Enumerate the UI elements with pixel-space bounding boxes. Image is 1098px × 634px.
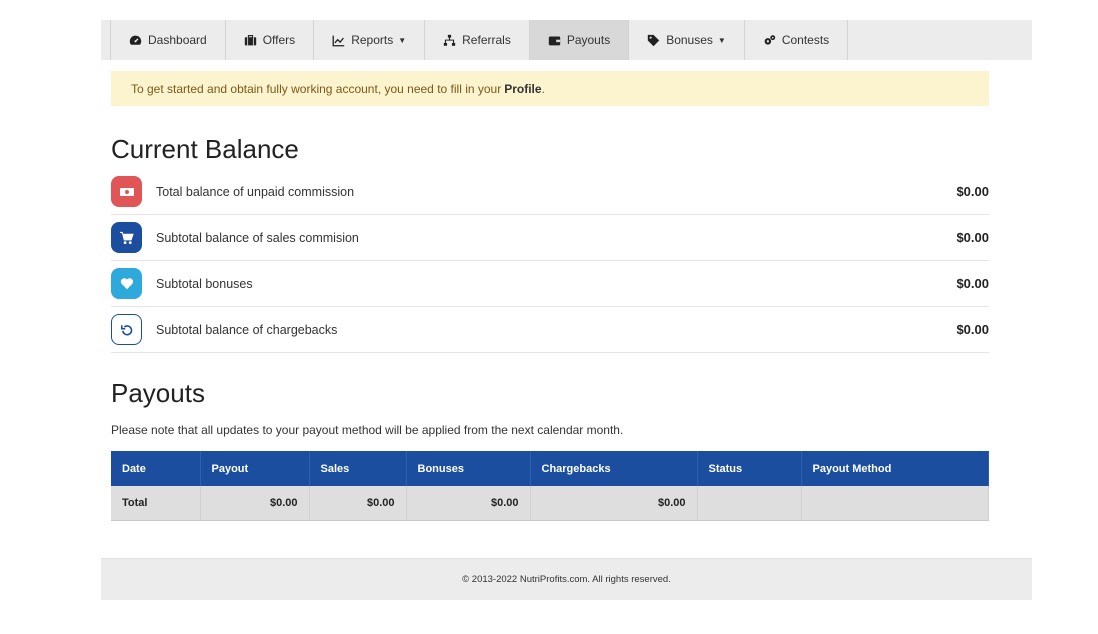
nav-item-reports[interactable]: Reports ▼: [314, 20, 426, 60]
column-header[interactable]: Sales: [309, 451, 407, 486]
table-cell: [697, 486, 802, 521]
briefcase-icon: [244, 34, 257, 47]
balance-label: Subtotal bonuses: [156, 276, 253, 291]
balance-row-bonuses: Subtotal bonuses $0.00: [111, 261, 989, 307]
money-icon: [111, 176, 142, 207]
nav-label: Referrals: [462, 33, 511, 47]
column-header[interactable]: Bonuses: [406, 451, 531, 486]
table-cell: $0.00: [530, 486, 698, 521]
tag-icon: [647, 34, 660, 47]
column-header[interactable]: Status: [697, 451, 802, 486]
table-cell: $0.00: [200, 486, 310, 521]
balance-label: Subtotal balance of chargebacks: [156, 322, 338, 337]
table-header-row: Date Payout Sales Bonuses Chargebacks St…: [111, 451, 989, 486]
caret-down-icon: ▼: [398, 35, 407, 45]
balance-value: $0.00: [956, 184, 989, 199]
balance-value: $0.00: [956, 230, 989, 245]
nav-item-bonuses[interactable]: Bonuses ▼: [629, 20, 745, 60]
column-header[interactable]: Payout Method: [801, 451, 989, 486]
heart-icon: [111, 268, 142, 299]
nav-label: Dashboard: [148, 33, 207, 47]
nav-item-referrals[interactable]: Referrals: [425, 20, 530, 60]
cogs-icon: [763, 34, 776, 47]
main-nav: Dashboard Offers Reports ▼ Referrals Pay…: [101, 20, 1032, 60]
nav-label: Payouts: [566, 33, 611, 47]
payouts-title: Payouts: [111, 378, 205, 408]
sitemap-icon: [443, 34, 456, 47]
nav-label: Bonuses: [666, 33, 713, 47]
profile-alert: To get started and obtain fully working …: [111, 71, 989, 106]
nav-item-contests[interactable]: Contests: [745, 20, 849, 60]
balance-value: $0.00: [956, 322, 989, 337]
table-cell: Total: [111, 486, 201, 521]
balance-value: $0.00: [956, 276, 989, 291]
cart-icon: [111, 222, 142, 253]
wallet-icon: [548, 34, 561, 47]
table-cell: $0.00: [309, 486, 407, 521]
balance-row-chargebacks: Subtotal balance of chargebacks $0.00: [111, 307, 989, 353]
nav-label: Contests: [781, 33, 830, 47]
nav-item-payouts[interactable]: Payouts: [529, 20, 630, 60]
undo-icon: [111, 314, 142, 345]
nav-spacer: [101, 20, 111, 60]
alert-suffix: .: [541, 81, 545, 96]
dashboard-icon: [129, 34, 142, 47]
payout-note: Please note that all updates to your pay…: [111, 423, 624, 437]
footer: © 2013-2022 NutriProfits.com. All rights…: [101, 558, 1032, 600]
column-header[interactable]: Date: [111, 451, 201, 486]
copyright-text: © 2013-2022 NutriProfits.com. All rights…: [462, 574, 671, 585]
nav-label: Offers: [262, 33, 296, 47]
nav-item-offers[interactable]: Offers: [226, 20, 315, 60]
balance-row-sales: Subtotal balance of sales commision $0.0…: [111, 215, 989, 261]
payouts-table: Date Payout Sales Bonuses Chargebacks St…: [111, 451, 989, 521]
balance-row-unpaid: Total balance of unpaid commission $0.00: [111, 169, 989, 215]
profile-link[interactable]: Profile: [504, 82, 541, 96]
nav-label: Reports: [351, 33, 394, 47]
table-cell: $0.00: [406, 486, 531, 521]
chart-line-icon: [332, 34, 345, 47]
caret-down-icon: ▼: [717, 35, 726, 45]
current-balance-title: Current Balance: [111, 134, 299, 164]
alert-text: To get started and obtain fully working …: [131, 81, 502, 96]
balance-label: Total balance of unpaid commission: [156, 184, 355, 199]
balance-label: Subtotal balance of sales commision: [156, 230, 359, 245]
table-cell: [801, 486, 989, 521]
nav-item-dashboard[interactable]: Dashboard: [111, 20, 226, 60]
column-header[interactable]: Chargebacks: [530, 451, 698, 486]
column-header[interactable]: Payout: [200, 451, 310, 486]
table-row: Total $0.00 $0.00 $0.00 $0.00: [111, 486, 989, 521]
